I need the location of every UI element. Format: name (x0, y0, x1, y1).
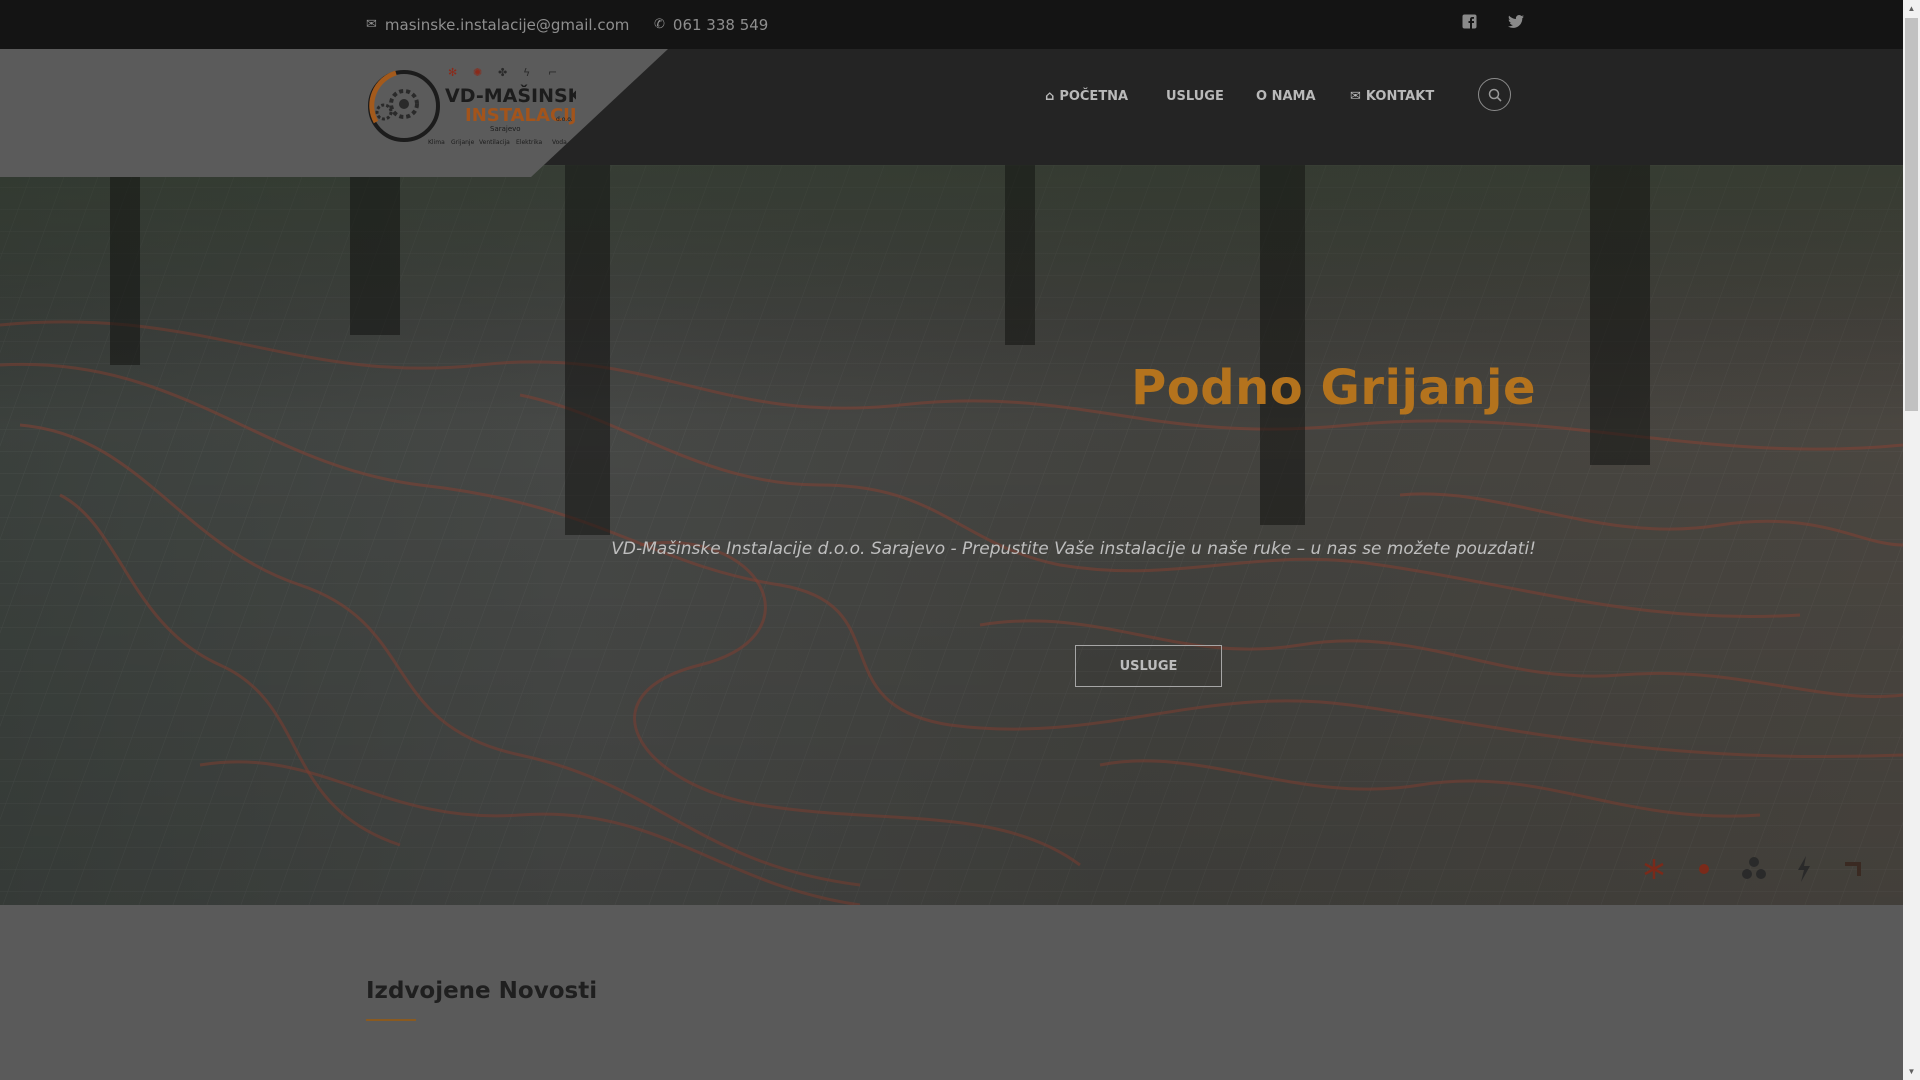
nav-about-label: O NAMA (1256, 88, 1316, 104)
nav-item-services[interactable]: USLUGE (1166, 49, 1224, 143)
nav-item-about[interactable]: O NAMA (1256, 49, 1316, 143)
svg-text:VD-MAŠINSKE: VD-MAŠINSKE (445, 83, 576, 107)
svg-text:Klima: Klima (428, 139, 445, 146)
heading-underline (366, 1019, 416, 1021)
faucet-icon (1840, 855, 1868, 883)
fan-icon (1740, 855, 1768, 883)
svg-text:✤: ✤ (498, 66, 507, 79)
site-logo[interactable]: ✻ ✺ ✤ ϟ ⌐ VD-MAŠINSKE INSTALACIJE d.o.o.… (366, 64, 595, 150)
scroll-down-arrow-icon[interactable]: ▼ (1903, 1063, 1920, 1080)
contact-phone[interactable]: ✆ 061 338 549 (654, 0, 768, 49)
nav-services-label: USLUGE (1166, 88, 1224, 104)
lightning-icon (1790, 855, 1818, 883)
nav-contact-label: KONTAKT (1365, 88, 1435, 104)
search-button[interactable] (1478, 78, 1511, 111)
twitter-icon[interactable] (1505, 10, 1527, 32)
scrollbar-thumb[interactable] (1905, 18, 1918, 411)
contact-email[interactable]: ✉ masinske.instalacije@gmail.com (366, 0, 629, 49)
svg-text:Grijanje: Grijanje (451, 139, 475, 146)
home-icon: ⌂ (1045, 88, 1055, 104)
svg-text:Voda: Voda (552, 139, 567, 146)
nav-link-contact[interactable]: ✉ KONTAKT (1350, 89, 1434, 104)
nav-home-label: POČETNA (1059, 88, 1129, 104)
hero-slider: Podno Grijanje VD-Mašinske Instalacije d… (0, 165, 1903, 905)
nav-link-about[interactable]: O NAMA (1256, 89, 1316, 104)
svg-text:✺: ✺ (473, 66, 482, 79)
svg-text:d.o.o.: d.o.o. (556, 116, 573, 123)
hero-services-button[interactable]: USLUGE (1075, 645, 1222, 687)
envelope-icon: ✉ (366, 17, 377, 32)
email-text[interactable]: masinske.instalacije@gmail.com (385, 16, 629, 34)
snowflake-icon (1640, 855, 1668, 883)
nav-link-services[interactable]: USLUGE (1166, 89, 1224, 104)
svg-text:✻: ✻ (448, 66, 457, 79)
svg-text:Ventilacija: Ventilacija (479, 139, 510, 146)
featured-news-heading: Izdvojene Novosti (366, 978, 598, 1004)
hero-background-image (0, 165, 1903, 905)
hero-title: Podno Grijanje (1131, 360, 1536, 416)
envelope-icon: ✉ (1350, 88, 1361, 104)
svg-text:Elektrika: Elektrika (516, 139, 542, 146)
svg-text:Sarajevo: Sarajevo (490, 125, 521, 133)
search-icon (1488, 88, 1502, 102)
svg-text:ϟ: ϟ (523, 66, 530, 79)
facebook-icon[interactable] (1458, 10, 1480, 32)
nav-link-home[interactable]: ⌂ POČETNA (1045, 89, 1128, 104)
sun-icon (1690, 855, 1718, 883)
top-bar: ✉ masinske.instalacije@gmail.com ✆ 061 3… (0, 0, 1903, 49)
phone-text[interactable]: 061 338 549 (673, 16, 768, 34)
scroll-up-arrow-icon[interactable]: ▲ (1903, 0, 1920, 17)
nav-item-home[interactable]: ⌂ POČETNA (1045, 49, 1128, 143)
hero-subtitle: VD-Mašinske Instalacije d.o.o. Sarajevo … (611, 539, 1536, 559)
nav-item-contact[interactable]: ✉ KONTAKT (1350, 49, 1434, 143)
svg-text:⌐: ⌐ (548, 66, 557, 79)
phone-icon: ✆ (654, 17, 665, 32)
gear-icon (368, 70, 440, 142)
hero-service-icons (1640, 855, 1868, 883)
